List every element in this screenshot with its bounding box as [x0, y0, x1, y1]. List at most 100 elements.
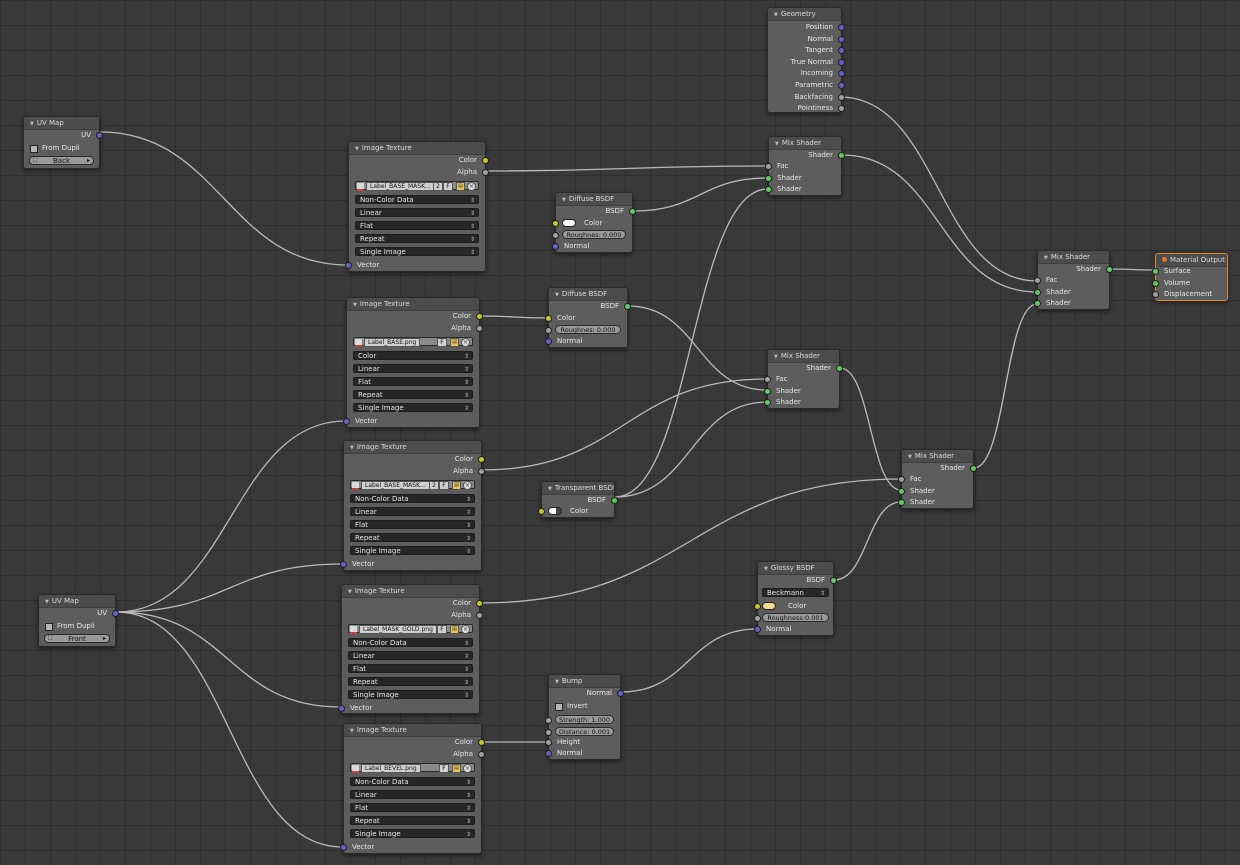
- node-mix-shader-4[interactable]: ▼ Mix Shader Shader Fac Shader Shader: [1034, 250, 1113, 310]
- from-dupli-checkbox[interactable]: From Dupli: [45, 621, 95, 631]
- interpolation-dropdown[interactable]: Linear ⇕: [350, 790, 475, 799]
- projection-dropdown[interactable]: Flat ⇕: [348, 664, 473, 673]
- collapse-triangle-icon[interactable]: ▼: [774, 354, 778, 360]
- source-dropdown[interactable]: Single Image ⇕: [350, 546, 475, 555]
- output-socket[interactable]: [970, 465, 977, 472]
- projection-dropdown[interactable]: Flat ⇕: [350, 520, 475, 529]
- node-mix-shader-3[interactable]: ▼ Mix Shader Shader Fac Shader Shader: [898, 449, 977, 509]
- fake-user-toggle[interactable]: F: [437, 338, 447, 347]
- color-swatch[interactable]: [762, 602, 776, 610]
- color-space-dropdown[interactable]: Non-Color Data ⇕: [350, 494, 475, 503]
- distribution-dropdown[interactable]: Beckmann ⇕: [762, 588, 829, 597]
- node-diffuse-bsdf-1[interactable]: ▼ Diffuse BSDF BSDF Color Roughnes: 0.000…: [552, 192, 636, 253]
- input-socket[interactable]: [764, 388, 771, 395]
- extension-dropdown[interactable]: Repeat ⇕: [353, 390, 473, 399]
- image-name-field[interactable]: Label_BEVEL.png: [361, 764, 421, 773]
- fake-user-toggle[interactable]: F: [437, 625, 447, 634]
- color-space-dropdown[interactable]: Non-Color Data ⇕: [355, 195, 479, 204]
- node-glossy-bsdf[interactable]: ▼ Glossy BSDF BSDF Beckmann ⇕ Color Roughn…: [754, 561, 837, 636]
- input-socket[interactable]: [545, 739, 552, 746]
- interpolation-dropdown[interactable]: Linear ⇕: [350, 507, 475, 516]
- input-socket[interactable]: [765, 186, 772, 193]
- collapse-triangle-icon[interactable]: ▼: [908, 454, 912, 460]
- output-socket[interactable]: [838, 94, 845, 101]
- fake-user-toggle[interactable]: F: [439, 481, 449, 490]
- input-socket[interactable]: [765, 175, 772, 182]
- collapse-triangle-icon[interactable]: ▼: [555, 292, 559, 298]
- output-socket[interactable]: [838, 59, 845, 66]
- projection-dropdown[interactable]: Flat ⇕: [355, 221, 479, 230]
- unlink-image-icon[interactable]: ×: [461, 338, 470, 347]
- open-image-icon[interactable]: ▤: [456, 182, 465, 191]
- fake-user-toggle[interactable]: F: [443, 182, 453, 191]
- interpolation-dropdown[interactable]: Linear ⇕: [353, 364, 473, 373]
- interpolation-dropdown[interactable]: Linear ⇕: [355, 208, 479, 217]
- image-name-field[interactable]: Label_BASE_MASK...: [366, 182, 435, 191]
- open-image-icon[interactable]: ▤: [450, 338, 459, 347]
- collapse-triangle-icon[interactable]: ▼: [348, 589, 352, 595]
- image-selector[interactable]: Label_BASE_MASK... 2 F ▤ ×: [355, 181, 479, 191]
- collapse-triangle-icon[interactable]: ▼: [355, 146, 359, 152]
- input-socket[interactable]: [545, 327, 552, 334]
- invert-checkbox[interactable]: Invert: [555, 701, 588, 711]
- input-socket[interactable]: [345, 262, 352, 269]
- output-socket[interactable]: [478, 751, 485, 758]
- node-uvmap-back[interactable]: ▼ UV Map UV From Dupli ⛶ Back ▸: [23, 116, 103, 169]
- uv-layer-selector[interactable]: ⛶ Back ▸: [29, 156, 94, 165]
- projection-dropdown[interactable]: Flat ⇕: [353, 377, 473, 386]
- strength-field[interactable]: Strength: 1.000: [555, 715, 614, 724]
- output-socket[interactable]: [112, 610, 119, 617]
- input-socket[interactable]: [545, 338, 552, 345]
- output-socket[interactable]: [838, 82, 845, 89]
- collapse-triangle-icon[interactable]: ▼: [1044, 255, 1048, 261]
- output-socket[interactable]: [482, 169, 489, 176]
- extension-dropdown[interactable]: Repeat ⇕: [350, 533, 475, 542]
- image-selector[interactable]: Label_BASE_MASK... 2 F ▤ ×: [350, 480, 475, 490]
- input-socket[interactable]: [340, 561, 347, 568]
- input-socket[interactable]: [545, 729, 552, 736]
- input-socket[interactable]: [765, 163, 772, 170]
- node-image-texture-5[interactable]: ▼ Image Texture Color Alpha Label_BEVEL.p…: [340, 723, 485, 854]
- unlink-image-icon[interactable]: ×: [467, 182, 476, 191]
- input-socket[interactable]: [1152, 280, 1159, 287]
- image-users-count[interactable]: 2: [429, 481, 439, 490]
- output-socket[interactable]: [830, 577, 837, 584]
- extension-dropdown[interactable]: Repeat ⇕: [348, 677, 473, 686]
- node-image-texture-4[interactable]: ▼ Image Texture Color Alpha Label_MASK_GO…: [338, 584, 483, 714]
- node-image-texture-3[interactable]: ▼ Image Texture Color Alpha Label_BASE_MA…: [340, 440, 485, 571]
- input-socket[interactable]: [552, 243, 559, 250]
- image-users-count[interactable]: 2: [433, 182, 443, 191]
- input-socket[interactable]: [340, 844, 347, 851]
- input-socket[interactable]: [754, 615, 761, 622]
- input-socket[interactable]: [898, 499, 905, 506]
- open-image-icon[interactable]: ▤: [452, 481, 461, 490]
- image-selector[interactable]: Label_BASE.png F ▤ ×: [353, 337, 473, 347]
- image-name-field[interactable]: Label_BASE.png: [364, 338, 421, 347]
- output-socket[interactable]: [611, 497, 618, 504]
- output-socket[interactable]: [478, 739, 485, 746]
- roughness-field[interactable]: Roughnes: 0.000: [555, 325, 621, 334]
- input-socket[interactable]: [764, 376, 771, 383]
- color-swatch[interactable]: [548, 507, 562, 515]
- collapse-triangle-icon[interactable]: ▼: [548, 486, 552, 492]
- output-socket[interactable]: [838, 36, 845, 43]
- node-image-texture-1[interactable]: ▼ Image Texture Color Alpha Label_BASE_MA…: [345, 141, 489, 272]
- image-name-field[interactable]: Label_MASK_GOLD.png: [359, 625, 437, 634]
- uv-layer-selector[interactable]: ⛶ Front ▸: [44, 634, 110, 643]
- node-mix-shader-1[interactable]: ▼ Mix Shader Shader Fac Shader Shader: [765, 136, 845, 196]
- node-diffuse-bsdf-2[interactable]: ▼ Diffuse BSDF BSDF Color Roughnes: 0.000…: [545, 287, 631, 348]
- output-socket[interactable]: [838, 70, 845, 77]
- collapse-triangle-icon[interactable]: ▼: [764, 566, 768, 572]
- source-dropdown[interactable]: Single Image ⇕: [348, 690, 473, 699]
- from-dupli-checkbox[interactable]: From Dupli: [30, 143, 80, 153]
- input-socket[interactable]: [1034, 277, 1041, 284]
- node-editor-canvas[interactable]: ▼ Geometry Position Normal Tangent True N…: [0, 0, 1240, 865]
- input-socket[interactable]: [1034, 289, 1041, 296]
- output-socket[interactable]: [476, 600, 483, 607]
- output-socket[interactable]: [838, 47, 845, 54]
- output-socket[interactable]: [476, 313, 483, 320]
- input-socket[interactable]: [1152, 268, 1159, 275]
- input-socket[interactable]: [1152, 291, 1159, 298]
- unlink-image-icon[interactable]: ×: [461, 625, 470, 634]
- extension-dropdown[interactable]: Repeat ⇕: [350, 816, 475, 825]
